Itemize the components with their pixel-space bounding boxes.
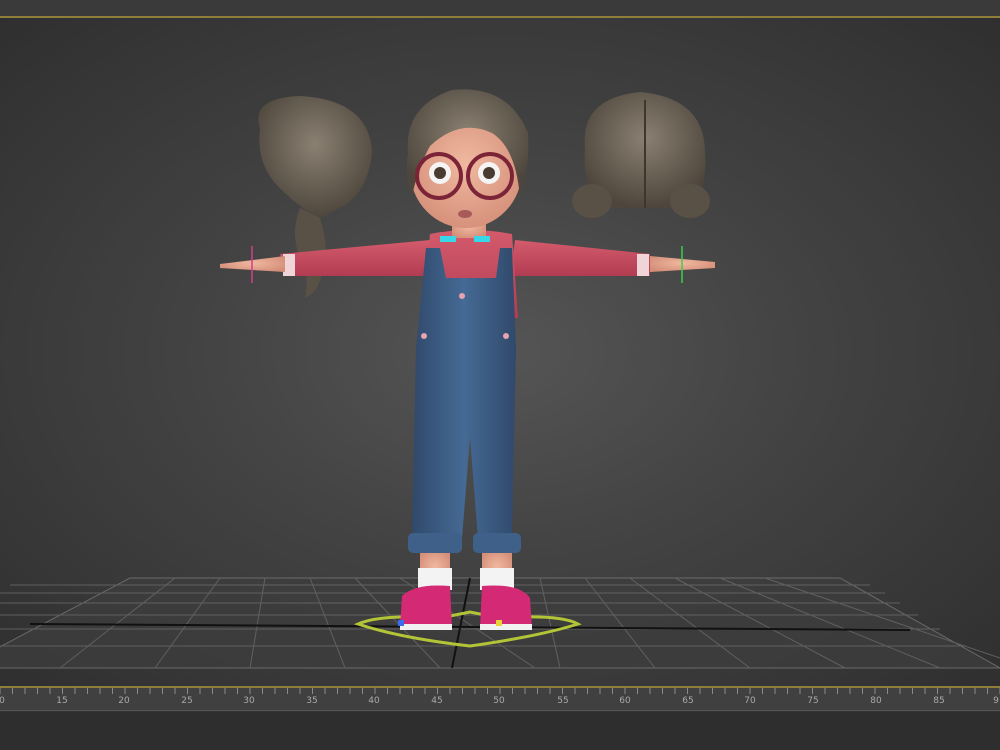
ruler-label-16: 9 — [993, 696, 999, 706]
ruler-ticks — [0, 688, 1000, 694]
ruler-label-3: 25 — [181, 696, 193, 706]
timeline-track-bar[interactable]: 0 15 20 25 30 35 40 45 50 55 60 65 70 75… — [0, 688, 1000, 750]
scene-canvas[interactable] — [0, 18, 1000, 686]
ruler-label-1: 15 — [56, 696, 68, 706]
right-foot-marker[interactable] — [496, 620, 502, 626]
viewport-top-border — [0, 0, 1000, 18]
hair-back-view[interactable] — [572, 92, 710, 218]
ruler-label-14: 80 — [870, 696, 882, 706]
ruler-label-9: 55 — [557, 696, 569, 706]
ruler-label-8: 50 — [493, 696, 505, 706]
left-foot-marker[interactable] — [398, 620, 404, 626]
ruler-label-2: 20 — [118, 696, 130, 706]
timeline-ruler[interactable]: 0 15 20 25 30 35 40 45 50 55 60 65 70 75… — [0, 688, 1000, 711]
ruler-label-6: 40 — [368, 696, 380, 706]
perspective-viewport[interactable] — [0, 18, 1000, 686]
ruler-label-11: 65 — [682, 696, 694, 706]
ruler-label-10: 60 — [619, 696, 631, 706]
ruler-label-5: 35 — [306, 696, 318, 706]
ruler-label-0: 0 — [0, 696, 5, 706]
ruler-label-12: 70 — [744, 696, 756, 706]
ruler-label-13: 75 — [807, 696, 819, 706]
ruler-label-4: 30 — [243, 696, 255, 706]
timeline-key-track[interactable] — [0, 712, 1000, 750]
ruler-label-15: 85 — [933, 696, 945, 706]
ruler-label-7: 45 — [431, 696, 443, 706]
